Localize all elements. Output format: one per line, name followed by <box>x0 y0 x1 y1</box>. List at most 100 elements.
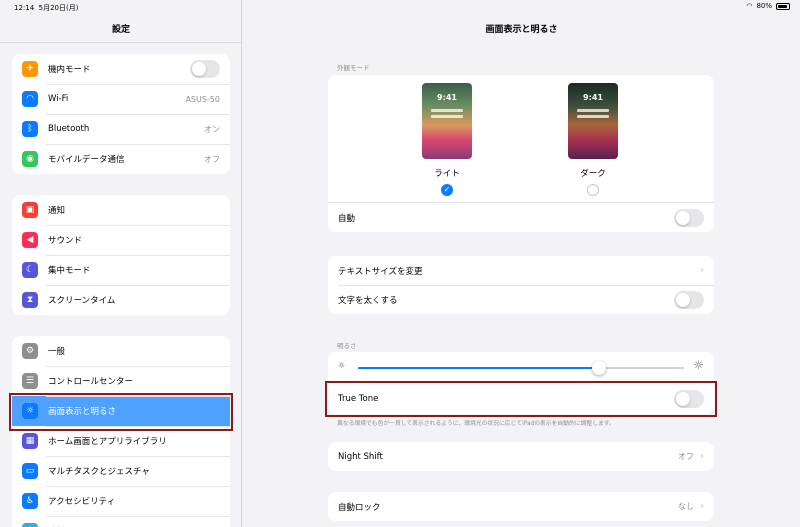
night-shift-row[interactable]: Night Shift オフ › <box>328 442 714 471</box>
light-label: ライト <box>434 169 460 179</box>
battery-percent: 80% <box>756 2 772 10</box>
wifi-icon: ◠ <box>22 91 38 107</box>
auto-lock-value: なし <box>678 502 694 511</box>
sidebar-item-control-center[interactable]: ☰ コントロールセンター <box>12 366 230 396</box>
chevron-right-icon: › <box>700 265 704 276</box>
bold-text-toggle[interactable] <box>674 290 704 309</box>
dark-preview: 9:41 <box>568 83 618 159</box>
sidebar-item-notifications[interactable]: ▣ 通知 <box>12 195 230 225</box>
status-right: ◠ 80% <box>746 2 790 10</box>
sidebar-divider <box>0 42 242 43</box>
mobile-data-value: オフ <box>204 154 220 164</box>
brightness-slider[interactable] <box>358 361 684 375</box>
sidebar-item-label: スクリーンタイム <box>48 296 116 306</box>
appearance-card: 9:41 ライト ✓ 9:41 ダーク 自動 <box>328 75 714 232</box>
wifi-network-value: ASUS-50 <box>185 94 220 104</box>
chevron-right-icon: › <box>700 451 704 462</box>
sidebar-group-connectivity: ✈ 機内モード ◠ Wi-Fi ASUS-50 ᛒ Bluetooth オン ◉… <box>12 54 230 174</box>
sidebar-item-label: コントロールセンター <box>48 377 134 387</box>
sidebar-item-wifi[interactable]: ◠ Wi-Fi ASUS-50 <box>12 84 230 114</box>
multitask-icon: ▭ <box>22 463 38 479</box>
preview-bar <box>431 109 463 112</box>
theme-light[interactable]: 9:41 ライト ✓ <box>419 83 475 196</box>
switches-icon: ☰ <box>22 373 38 389</box>
night-shift-card: Night Shift オフ › <box>328 442 714 471</box>
light-preview: 9:41 <box>422 83 472 159</box>
auto-appearance-row[interactable]: 自動 <box>328 203 714 232</box>
sidebar-group-general: ⚙ 一般 ☰ コントロールセンター ☼ 画面表示と明るさ ▦ ホーム画面とアプリ… <box>12 336 230 527</box>
brightness-section-label: 明るさ <box>337 342 357 350</box>
preview-bar <box>431 115 463 118</box>
sidebar-item-label: マルチタスクとジェスチャ <box>48 467 150 477</box>
sidebar-item-label: Bluetooth <box>48 124 90 134</box>
sidebar-title: 設定 <box>111 25 130 35</box>
chevron-right-icon: › <box>700 501 704 512</box>
sidebar-item-accessibility[interactable]: ♿ アクセシビリティ <box>12 486 230 516</box>
theme-dark[interactable]: 9:41 ダーク <box>565 83 621 196</box>
true-tone-toggle[interactable] <box>674 389 704 408</box>
auto-lock-card: 自動ロック なし › <box>328 492 714 521</box>
sidebar-item-multitasking[interactable]: ▭ マルチタスクとジェスチャ <box>12 456 230 486</box>
brightness-fill <box>358 367 600 369</box>
light-preview-clock: 9:41 <box>437 93 457 102</box>
grid-icon: ▦ <box>22 433 38 449</box>
sidebar-group-notifications: ▣ 通知 ◀ サウンド ☾ 集中モード ⧗ スクリーンタイム <box>12 195 230 315</box>
hourglass-icon: ⧗ <box>22 292 38 308</box>
true-tone-label: True Tone <box>338 393 379 404</box>
sidebar-item-label: モバイルデータ通信 <box>48 155 125 165</box>
bold-text-label: 文字を太くする <box>338 295 398 306</box>
text-card: テキストサイズを変更 › 文字を太くする <box>328 256 714 314</box>
moon-icon: ☾ <box>22 262 38 278</box>
dark-radio[interactable] <box>587 184 599 196</box>
auto-appearance-label: 自動 <box>338 213 356 224</box>
true-tone-row[interactable]: True Tone <box>328 383 714 414</box>
auto-appearance-toggle[interactable] <box>674 208 704 227</box>
sidebar-item-label: 画面表示と明るさ <box>48 407 117 417</box>
sidebar-item-label: Wi-Fi <box>48 94 69 104</box>
gear-icon: ⚙ <box>22 343 38 359</box>
accessibility-icon: ♿ <box>22 493 38 509</box>
sidebar-item-wallpaper[interactable]: ✿ 壁紙 <box>12 516 230 527</box>
checkmark-icon: ✓ <box>443 185 451 194</box>
auto-lock-row[interactable]: 自動ロック なし › <box>328 492 714 521</box>
true-tone-footnote: 異なる環境でも色が一貫して表示されるように、環境光の状況に応じてiPadの表示を… <box>337 421 615 427</box>
page-title: 画面表示と明るさ <box>485 25 558 35</box>
sidebar-item-label: アクセシビリティ <box>48 497 116 507</box>
sidebar-item-display-brightness[interactable]: ☼ 画面表示と明るさ <box>12 396 230 426</box>
sidebar-item-airplane-mode[interactable]: ✈ 機内モード <box>12 54 230 84</box>
main-pane: 画面表示と明るさ 外観モード 9:41 ライト ✓ 9:41 ダーク 自動 テキ… <box>243 0 800 527</box>
status-time: 12:14 5月20日(月) <box>14 4 79 12</box>
status-bar: 12:14 5月20日(月) ◠ 80% <box>0 0 800 14</box>
sidebar-item-mobile-data[interactable]: ◉ モバイルデータ通信 オフ <box>12 144 230 174</box>
dark-label: ダーク <box>580 169 606 179</box>
flower-icon: ✿ <box>22 523 38 527</box>
airplane-mode-toggle[interactable] <box>190 60 220 78</box>
sidebar-item-bluetooth[interactable]: ᛒ Bluetooth オン <box>12 114 230 144</box>
preview-bar <box>577 109 609 112</box>
brightness-thumb[interactable] <box>592 361 607 375</box>
sidebar-item-home-screen[interactable]: ▦ ホーム画面とアプリライブラリ <box>12 426 230 456</box>
airplane-icon: ✈ <box>22 61 38 77</box>
sun-small-icon: ☼ <box>338 361 346 370</box>
sidebar-item-label: 通知 <box>48 206 66 216</box>
sidebar-item-label: 集中モード <box>48 266 91 276</box>
sun-icon: ☼ <box>22 403 38 419</box>
sidebar: 設定 ✈ 機内モード ◠ Wi-Fi ASUS-50 ᛒ Bluetooth オ… <box>0 0 242 527</box>
sidebar-item-focus[interactable]: ☾ 集中モード <box>12 255 230 285</box>
sidebar-item-label: サウンド <box>48 236 83 246</box>
sidebar-item-sounds[interactable]: ◀ サウンド <box>12 225 230 255</box>
battery-icon <box>776 2 790 10</box>
bold-text-row[interactable]: 文字を太くする <box>328 285 714 314</box>
appearance-section-label: 外観モード <box>337 64 370 72</box>
text-size-row[interactable]: テキストサイズを変更 › <box>328 256 714 285</box>
night-shift-label: Night Shift <box>338 451 383 462</box>
light-radio-checked[interactable]: ✓ <box>441 184 453 196</box>
sidebar-item-general[interactable]: ⚙ 一般 <box>12 336 230 366</box>
dark-preview-clock: 9:41 <box>583 93 603 102</box>
bluetooth-icon: ᛒ <box>22 121 38 137</box>
sidebar-item-screen-time[interactable]: ⧗ スクリーンタイム <box>12 285 230 315</box>
speaker-icon: ◀ <box>22 232 38 248</box>
brightness-slider-row: ☼ ☼ <box>328 352 714 382</box>
true-tone-card: True Tone <box>328 383 714 414</box>
sidebar-item-label: 一般 <box>48 347 66 357</box>
